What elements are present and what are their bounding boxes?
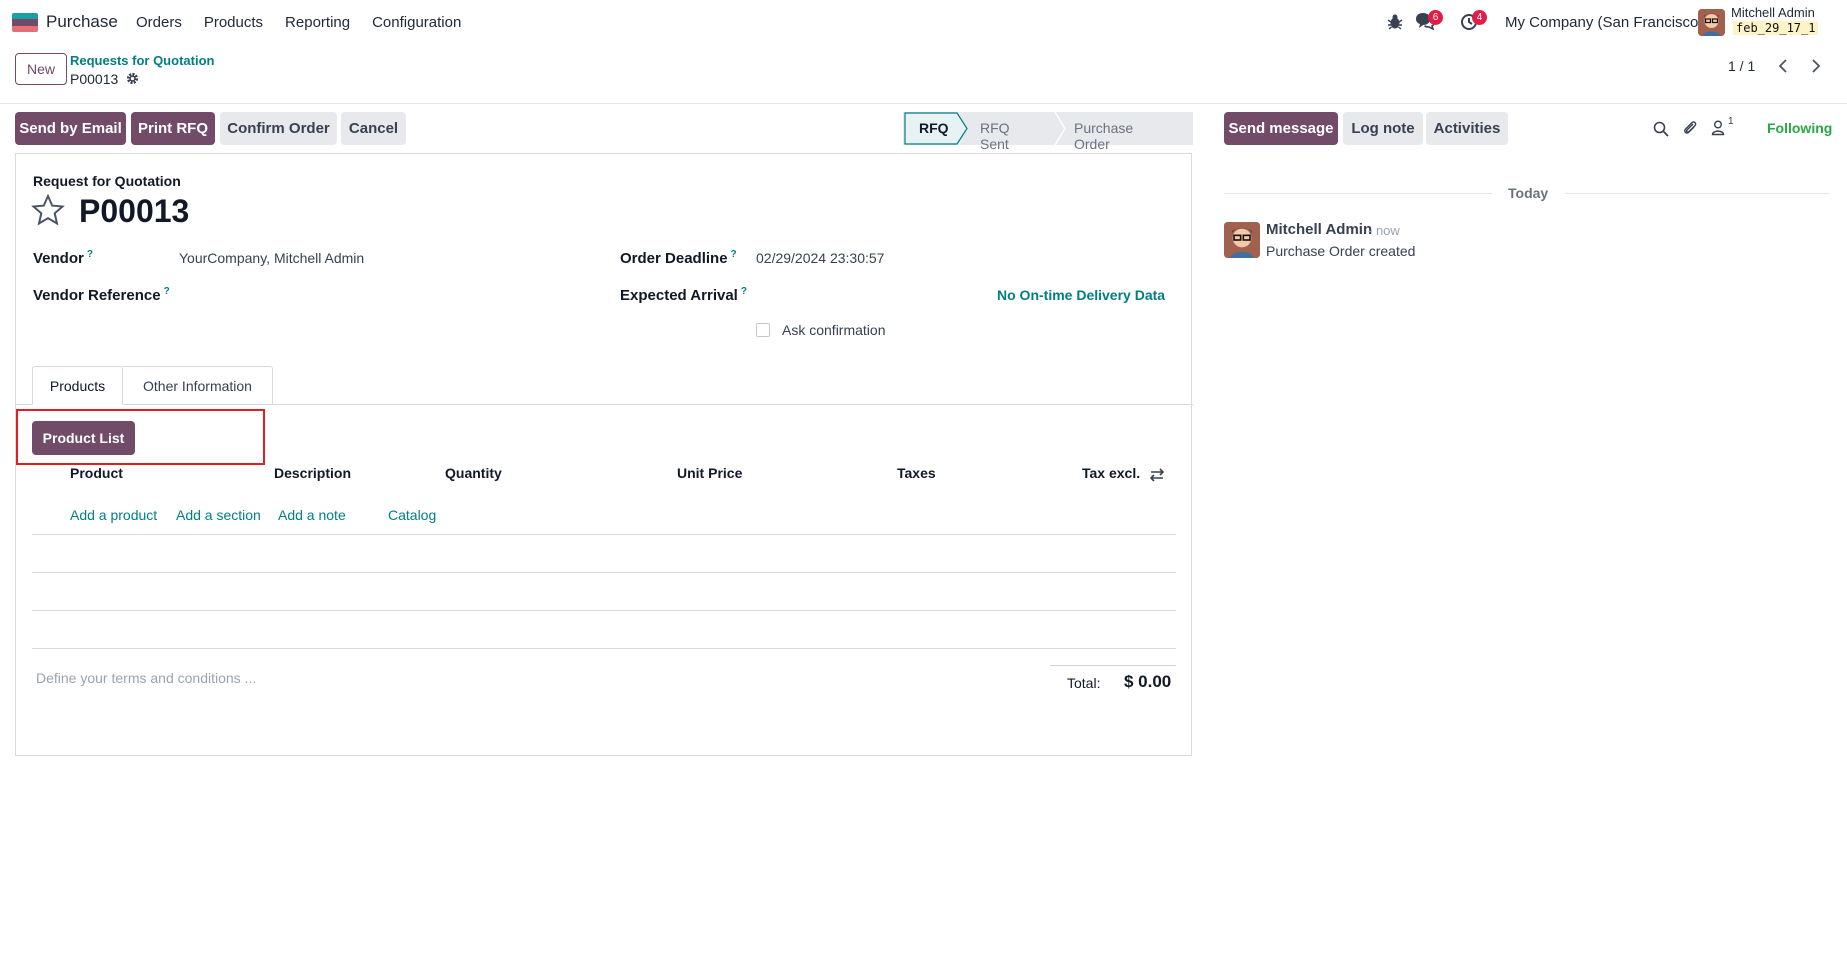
catalog-link[interactable]: Catalog xyxy=(388,507,436,523)
new-button[interactable]: New xyxy=(15,53,67,85)
message-author[interactable]: Mitchell Admin xyxy=(1266,221,1372,238)
optional-columns-icon[interactable] xyxy=(1149,467,1165,487)
pager-value[interactable]: 1 / 1 xyxy=(1728,58,1755,74)
help-tooltip-icon[interactable]: ? xyxy=(164,286,170,297)
add-section-link[interactable]: Add a section xyxy=(176,507,261,523)
activities-button[interactable]: Activities xyxy=(1426,112,1508,145)
user-avatar[interactable] xyxy=(1698,9,1725,36)
breadcrumb-link[interactable]: Requests for Quotation xyxy=(70,53,214,68)
vendor-field[interactable]: YourCompany, Mitchell Admin xyxy=(179,250,364,266)
document-type-label: Request for Quotation xyxy=(33,173,181,189)
database-name: feb_29_17_1 xyxy=(1733,21,1819,35)
control-panel-divider xyxy=(0,103,1847,104)
tab-products[interactable]: Products xyxy=(32,366,123,405)
column-header-quantity[interactable]: Quantity xyxy=(445,465,502,481)
message-time: - now xyxy=(1368,223,1400,238)
column-header-product[interactable]: Product xyxy=(70,465,123,481)
on-time-delivery-link[interactable]: No On-time Delivery Data xyxy=(997,287,1165,303)
column-header-tax-excl[interactable]: Tax excl. xyxy=(1082,465,1140,481)
table-row-divider xyxy=(32,610,1176,611)
pager-previous-button[interactable] xyxy=(1768,52,1798,80)
expected-arrival-field[interactable] xyxy=(756,286,976,306)
status-rfq[interactable]: RFQ xyxy=(919,120,949,136)
column-header-description[interactable]: Description xyxy=(274,465,351,481)
breadcrumb-current: P00013 xyxy=(70,71,119,87)
date-separator-label: Today xyxy=(1508,185,1549,201)
menu-item-orders[interactable]: Orders xyxy=(136,14,182,31)
total-label: Total: xyxy=(1067,675,1101,691)
messages-badge: 6 xyxy=(1428,10,1443,25)
top-navbar: Purchase Orders Products Reporting Confi… xyxy=(0,0,1847,46)
help-tooltip-icon[interactable]: ? xyxy=(87,249,93,260)
add-product-link[interactable]: Add a product xyxy=(70,507,157,523)
app-name[interactable]: Purchase xyxy=(46,12,118,32)
status-rfq-sent[interactable]: RFQ Sent xyxy=(980,120,1010,152)
cancel-button[interactable]: Cancel xyxy=(341,112,406,145)
vendor-reference-field[interactable] xyxy=(179,286,579,306)
total-amount: $ 0.00 xyxy=(1124,672,1172,691)
company-switcher[interactable]: My Company (San Francisco) xyxy=(1505,14,1703,31)
pager-next-button[interactable] xyxy=(1801,52,1831,80)
table-row-divider xyxy=(32,648,1176,649)
message-author-avatar[interactable] xyxy=(1224,222,1260,258)
log-note-button[interactable]: Log note xyxy=(1343,112,1423,145)
paperclip-icon[interactable] xyxy=(1682,119,1698,141)
date-separator-line xyxy=(1565,193,1830,194)
menu-item-reporting[interactable]: Reporting xyxy=(285,14,350,31)
send-by-email-button[interactable]: Send by Email xyxy=(15,112,126,145)
main-menu: Orders Products Reporting Configuration xyxy=(136,14,483,31)
following-button[interactable]: Following xyxy=(1767,120,1832,136)
expected-arrival-label: Expected Arrival? xyxy=(620,286,747,304)
terms-and-conditions-field[interactable]: Define your terms and conditions ... xyxy=(36,670,256,686)
send-message-button[interactable]: Send message xyxy=(1224,112,1338,145)
tab-other-information[interactable]: Other Information xyxy=(123,366,273,405)
help-tooltip-icon[interactable]: ? xyxy=(741,286,747,297)
confirm-order-button[interactable]: Confirm Order xyxy=(220,112,337,145)
add-note-link[interactable]: Add a note xyxy=(278,507,346,523)
column-header-unit-price[interactable]: Unit Price xyxy=(677,465,742,481)
purchase-app-icon[interactable] xyxy=(12,13,38,32)
product-list-button[interactable]: Product List xyxy=(32,421,135,455)
menu-item-configuration[interactable]: Configuration xyxy=(372,14,461,31)
vendor-reference-label: Vendor Reference? xyxy=(33,286,170,304)
help-tooltip-icon[interactable]: ? xyxy=(731,249,737,260)
bug-icon[interactable] xyxy=(1387,13,1403,35)
followers-icon[interactable] xyxy=(1711,119,1725,140)
followers-count: 1 xyxy=(1728,116,1734,127)
order-deadline-field[interactable]: 02/29/2024 23:30:57 xyxy=(756,250,884,266)
document-number: P00013 xyxy=(79,193,190,229)
user-name[interactable]: Mitchell Admin xyxy=(1731,5,1815,20)
total-divider xyxy=(1050,665,1176,666)
ask-confirmation-checkbox[interactable] xyxy=(756,323,770,337)
vendor-label: Vendor? xyxy=(33,249,93,267)
form-sheet: Request for Quotation P00013 Vendor? You… xyxy=(15,153,1193,756)
search-icon[interactable] xyxy=(1653,121,1669,141)
table-row-divider xyxy=(32,572,1176,573)
date-separator-line xyxy=(1224,193,1492,194)
table-row-divider xyxy=(32,534,1176,535)
order-deadline-label: Order Deadline? xyxy=(620,249,737,267)
activities-badge: 4 xyxy=(1472,10,1487,25)
message-body: Purchase Order created xyxy=(1266,243,1416,259)
status-purchase-order[interactable]: Purchase Order xyxy=(1074,120,1133,152)
ask-confirmation-label[interactable]: Ask confirmation xyxy=(782,322,885,338)
star-icon[interactable] xyxy=(31,193,65,231)
print-rfq-button[interactable]: Print RFQ xyxy=(131,112,215,145)
column-header-taxes[interactable]: Taxes xyxy=(897,465,936,481)
menu-item-products[interactable]: Products xyxy=(204,14,263,31)
gear-icon[interactable] xyxy=(126,72,139,89)
